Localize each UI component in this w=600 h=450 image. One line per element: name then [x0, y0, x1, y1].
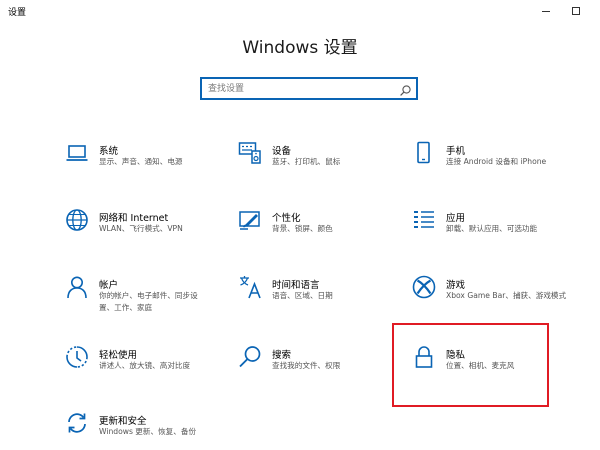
tile-description: WLAN、飞行模式、VPN	[99, 224, 183, 233]
ease-of-access-icon	[65, 345, 89, 369]
tile-name: 时间和语言	[272, 280, 320, 291]
settings-tile-time-language[interactable]: 时间和语言 语音、区域、日期	[238, 275, 398, 319]
maximize-icon	[572, 7, 580, 15]
tile-name: 个性化	[272, 213, 301, 224]
laptop-icon	[65, 141, 89, 165]
sync-icon	[65, 411, 89, 435]
tile-name: 轻松使用	[99, 350, 138, 361]
highlight-box	[392, 323, 549, 407]
settings-tile-system[interactable]: 系统 显示、声音、通知、电源	[65, 141, 225, 185]
tile-name: 搜索	[272, 350, 292, 361]
settings-tile-devices[interactable]: 设备 蓝牙、打印机、鼠标	[238, 141, 398, 185]
magnifier-icon	[238, 345, 262, 369]
settings-tile-apps[interactable]: 应用 卸载、默认应用、可选功能	[412, 208, 572, 252]
tile-description: 你的帐户、电子邮件、同步设置、工作、家庭	[99, 291, 198, 312]
tile-name: 网络和 Internet	[99, 213, 169, 224]
window-title: 设置	[8, 8, 27, 18]
tile-name: 系统	[99, 146, 119, 157]
tile-name: 帐户	[99, 280, 119, 291]
minimize-icon	[542, 10, 550, 12]
tile-description: 讲述人、放大镜、高对比度	[99, 361, 191, 370]
settings-tile-gaming[interactable]: 游戏 Xbox Game Bar、捕获、游戏模式	[412, 275, 572, 319]
tile-description: 卸载、默认应用、可选功能	[446, 224, 538, 233]
tile-description: 背景、锁屏、颜色	[272, 224, 333, 233]
tile-name: 设备	[272, 146, 292, 157]
globe-icon	[65, 208, 89, 232]
settings-tile-accounts[interactable]: 帐户 你的帐户、电子邮件、同步设置、工作、家庭	[65, 275, 225, 319]
settings-tile-network[interactable]: 网络和 Internet WLAN、飞行模式、VPN	[65, 208, 225, 252]
tile-description: 查找我的文件、权限	[272, 361, 341, 370]
language-icon	[238, 275, 262, 299]
xbox-icon	[412, 275, 436, 299]
person-icon	[65, 275, 89, 299]
search-box[interactable]	[200, 77, 418, 100]
phone-icon	[412, 141, 436, 165]
tile-description: 连接 Android 设备和 iPhone	[446, 157, 547, 166]
settings-tile-personalization[interactable]: 个性化 背景、锁屏、颜色	[238, 208, 398, 252]
maximize-button[interactable]	[561, 0, 591, 22]
minimize-button[interactable]	[531, 0, 561, 22]
tile-description: 显示、声音、通知、电源	[99, 157, 183, 166]
paint-screen-icon	[238, 208, 262, 232]
settings-tile-search[interactable]: 搜索 查找我的文件、权限	[238, 345, 398, 389]
app-list-icon	[412, 208, 436, 232]
settings-tile-ease-of-access[interactable]: 轻松使用 讲述人、放大镜、高对比度	[65, 345, 225, 389]
search-input[interactable]	[208, 81, 388, 96]
keyboard-speaker-icon	[238, 141, 262, 165]
page-title: Windows 设置	[242, 38, 358, 58]
settings-tile-phone[interactable]: 手机 连接 Android 设备和 iPhone	[412, 141, 572, 185]
tile-description: 语音、区域、日期	[272, 291, 333, 300]
title-bar: 设置	[0, 0, 600, 22]
tile-description: Xbox Game Bar、捕获、游戏模式	[446, 291, 567, 300]
tile-description: 蓝牙、打印机、鼠标	[272, 157, 341, 166]
tile-description: Windows 更新、恢复、备份	[99, 427, 197, 436]
settings-tile-update-security[interactable]: 更新和安全 Windows 更新、恢复、备份	[65, 411, 225, 450]
tile-name: 游戏	[446, 280, 466, 291]
tile-name: 手机	[446, 146, 466, 157]
tile-name: 更新和安全	[99, 416, 147, 427]
tile-name: 应用	[446, 213, 466, 224]
search-icon[interactable]	[399, 82, 412, 96]
